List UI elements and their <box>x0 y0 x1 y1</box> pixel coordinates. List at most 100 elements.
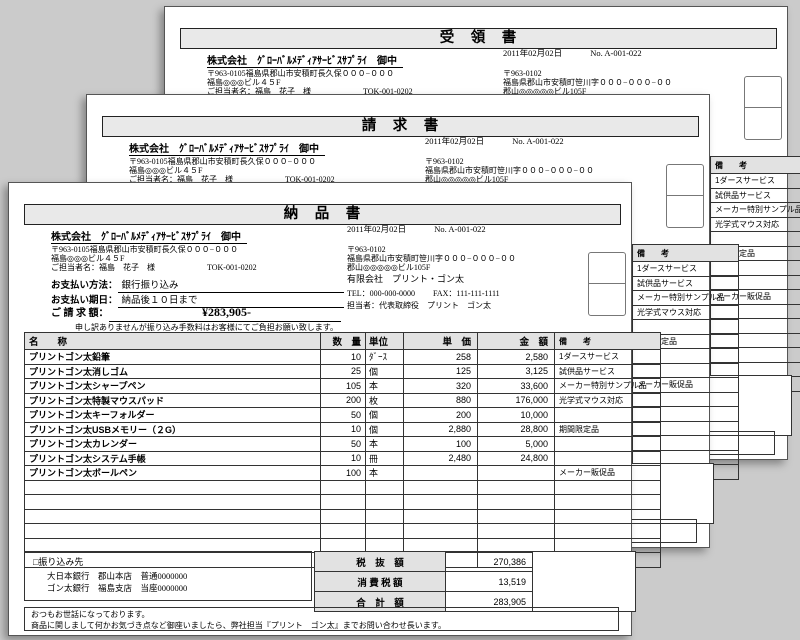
cell-qty: 10 <box>321 422 366 437</box>
cell-name: プリントゴン太鉛筆 <box>25 350 321 365</box>
recipient-address1: 〒963-0105福島県郡山市安積町長久保０００−０００ <box>51 245 257 254</box>
billing-amount-line: ご 請 求 額：¥283,905- <box>51 304 341 322</box>
recipient-name: 株式会社 ｸﾞﾛｰﾊﾞﾙﾒﾃﾞｨｱｻｰﾋﾞｽｻﾌﾟﾗｲ 御中 <box>129 140 325 156</box>
cell-note: 試供品サービス <box>555 364 661 379</box>
cell-amount: 24,800 <box>478 451 555 466</box>
table-row <box>25 524 661 539</box>
cell-unit: 本 <box>366 466 404 481</box>
cell-note: 1ダースサービス <box>711 174 800 189</box>
stamp-box <box>666 164 704 228</box>
recipient-name: 株式会社 ｸﾞﾛｰﾊﾞﾙﾒﾃﾞｨｱｻｰﾋﾞｽｻﾌﾟﾗｲ 御中 <box>207 52 403 68</box>
bank-box-title: □振り込み先 <box>33 556 311 568</box>
cell-name: プリントゴン太シャープペン <box>25 379 321 394</box>
stamp-cell-bottom <box>667 196 703 227</box>
cell-amount: 3,125 <box>478 364 555 379</box>
recipient-contact: ご担当者名：福島 花子 様 <box>51 263 155 272</box>
cell-note: 1ダースサービス <box>555 350 661 365</box>
document-title: 受 領 書 <box>180 28 777 49</box>
cell-qty <box>321 495 366 510</box>
issuer-fax: FAX：111-111-1111 <box>433 289 500 298</box>
cell-unit: 本 <box>366 379 404 394</box>
header-note: 備 考 <box>711 157 800 174</box>
cell-note: 光学式マウス対応 <box>633 305 739 320</box>
document-number: No. A-001-022 <box>512 136 563 146</box>
cell-name <box>25 524 321 539</box>
cell-amount: 10,000 <box>478 408 555 423</box>
stamp-box <box>744 76 782 140</box>
cell-qty: 50 <box>321 437 366 452</box>
issue-date: 2011年02月02日 <box>425 136 484 146</box>
cell-amount: 28,800 <box>478 422 555 437</box>
cell-price: 200 <box>404 408 478 423</box>
header-note: 備 考 <box>555 333 661 350</box>
payment-method-value: 銀行振り込み <box>118 277 344 293</box>
table-row: プリントゴン太ボールペン100本メーカー販促品 <box>25 466 661 481</box>
cell-amount <box>478 509 555 524</box>
items-header-row: 名 称 数 量 単位 単 価 金 額 備 考 <box>25 333 661 350</box>
cell-price <box>404 495 478 510</box>
cell-price: 100 <box>404 437 478 452</box>
cell-name: プリントゴン太システム手帳 <box>25 451 321 466</box>
table-row <box>25 509 661 524</box>
cell-unit: 本 <box>366 437 404 452</box>
cell-amount: 176,000 <box>478 393 555 408</box>
stamp-cell-top <box>667 165 703 196</box>
cell-note <box>555 437 661 452</box>
cell-note: メーカー販促品 <box>555 466 661 481</box>
cell-note <box>555 524 661 539</box>
cell-price: 2,880 <box>404 422 478 437</box>
cell-qty: 50 <box>321 408 366 423</box>
issuer-address1: 福島県郡山市安積町笹川字０００−０００−００ <box>347 254 516 263</box>
header-note: 備 考 <box>633 245 739 262</box>
table-row: プリントゴン太USBメモリー（２G）10個2,88028,800期間限定品 <box>25 422 661 437</box>
header-qty: 数 量 <box>321 333 366 350</box>
date-line: 2011年02月02日 No. A-001-022 <box>425 135 564 147</box>
issuer-company: 有限会社 プリント・ゴン太 <box>347 275 516 284</box>
desk-background: 受 領 書 2011年02月02日 No. A-001-022 株式会社 ｸﾞﾛｰ… <box>0 0 800 640</box>
cell-note: 光学式マウス対応 <box>711 217 800 232</box>
cell-note: 試供品サービス <box>711 188 800 203</box>
recipient-address1: 〒963-0105福島県郡山市安積町長久保０００−０００ <box>207 69 413 78</box>
cell-amount: 5,000 <box>478 437 555 452</box>
recipient-contact-line: ご担当者名：福島 花子 様TOK-001-0202 <box>51 263 257 272</box>
cell-price <box>404 524 478 539</box>
subtotal-row: 税 抜 額 270,386 <box>315 552 636 572</box>
issuer-tel: TEL：000-000-0000 <box>347 289 415 298</box>
cell-name: プリントゴン太特製マウスパッド <box>25 393 321 408</box>
cell-amount: 2,580 <box>478 350 555 365</box>
issue-date: 2011年02月02日 <box>347 224 406 234</box>
items-table: 名 称 数 量 単位 単 価 金 額 備 考 プリントゴン太鉛筆10ﾀﾞｰｽ25… <box>24 332 661 568</box>
footer-line-2: 商品に関しまして何かお気づき点など御座いましたら、弊社担当『プリント ゴン太』ま… <box>31 621 618 632</box>
recipient-address1: 〒963-0105福島県郡山市安積町長久保０００−０００ <box>129 157 335 166</box>
recipient-address2: 福島◎◎◎ビル４５F <box>207 78 413 87</box>
cell-note: メーカー特別サンプル品 <box>711 203 800 218</box>
table-row <box>25 480 661 495</box>
cell-note: 試供品サービス <box>633 276 739 291</box>
cell-amount <box>478 495 555 510</box>
payment-method-label: お支払い方法： <box>51 281 118 291</box>
issuer-address2: 郡山◎◎◎◎◎ビル105F <box>347 263 516 272</box>
table-row: プリントゴン太消しゴム25個1253,125試供品サービス <box>25 364 661 379</box>
cell-note <box>555 509 661 524</box>
issuer-zip: 〒963-0102 <box>425 157 594 166</box>
recipient-address-block: 〒963-0105福島県郡山市安積町長久保０００−０００ 福島◎◎◎ビル４５F … <box>207 69 413 96</box>
cell-price <box>404 480 478 495</box>
cell-qty: 25 <box>321 364 366 379</box>
cell-name: プリントゴン太キーフォルダー <box>25 408 321 423</box>
stamp-cell-bottom <box>589 284 625 315</box>
footer-message-box: おつもお世話になっております。 商品に関しまして何かお気づき点など御座いましたら… <box>24 607 619 631</box>
cell-note <box>555 408 661 423</box>
cell-qty: 105 <box>321 379 366 394</box>
bank-account-2: ゴン太銀行 福島支店 当座0000000 <box>47 582 311 594</box>
cell-name: プリントゴン太USBメモリー（２G） <box>25 422 321 437</box>
cell-price: 125 <box>404 364 478 379</box>
totals-note-cell <box>533 552 636 612</box>
header-amount: 金 額 <box>478 333 555 350</box>
tax-value: 13,519 <box>446 572 533 592</box>
cell-qty: 10 <box>321 451 366 466</box>
cell-unit: 個 <box>366 364 404 379</box>
cell-note: 光学式マウス対応 <box>555 393 661 408</box>
document-title: 請 求 書 <box>102 116 699 137</box>
cell-qty <box>321 509 366 524</box>
table-row: プリントゴン太鉛筆10ﾀﾞｰｽ2582,5801ダースサービス <box>25 350 661 365</box>
